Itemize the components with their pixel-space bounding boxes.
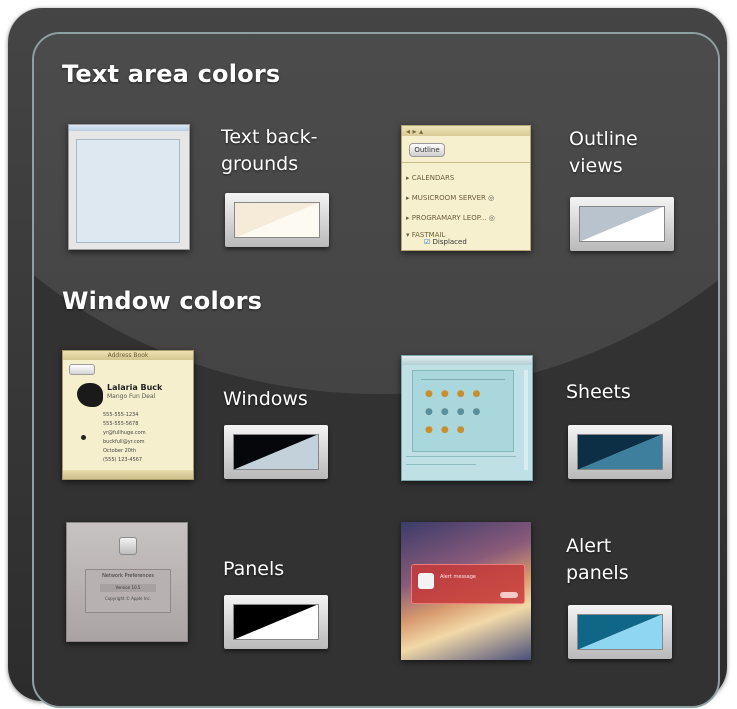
window-thumb-title: Address Book xyxy=(63,351,193,360)
panel-line: Copyright © Apple Inc. xyxy=(105,596,151,601)
label-line: panels xyxy=(566,562,629,584)
thumb-divider xyxy=(402,162,530,163)
text-backgrounds-thumbnail[interactable] xyxy=(68,124,190,250)
alert-button xyxy=(500,592,518,598)
outline-row: ▸ PROGRAMARY LEOP... ◎ xyxy=(406,214,495,222)
sheet-thumb-titlebar xyxy=(402,356,532,365)
sheet-panel: ●●●● ●●●● ●●● xyxy=(412,370,514,452)
label-line: Text back- xyxy=(221,126,318,148)
contact-name: Lalaria Buck xyxy=(107,383,163,392)
contact-company: Mango Fun Deal xyxy=(107,393,156,400)
outline-checkbox: ☑ Displaced xyxy=(424,238,467,246)
panels-label: Panels xyxy=(223,558,285,580)
swatch-colors xyxy=(577,614,663,650)
swatch-colors xyxy=(579,206,665,242)
sheet-line xyxy=(406,464,476,465)
sheet-line xyxy=(421,379,505,380)
contact-line: (555) 123-4567 xyxy=(103,457,143,463)
text-backgrounds-label: Text back- grounds xyxy=(221,124,317,178)
windows-color-swatch[interactable] xyxy=(224,425,328,479)
label-line: grounds xyxy=(221,153,299,175)
alert-dialog: Alert message xyxy=(411,564,525,604)
outline-thumb-button: Outline xyxy=(409,143,445,157)
swatch-colors xyxy=(234,202,320,238)
label-line: Alert xyxy=(566,535,612,557)
window-thumb-statusbar xyxy=(63,470,193,479)
windows-thumbnail[interactable]: Address Book Lalaria Buck Mango Fun Deal… xyxy=(62,350,194,480)
sheets-label: Sheets xyxy=(566,381,631,403)
panel-title: Network Preferences xyxy=(102,573,154,579)
panels-thumbnail[interactable]: Network Preferences Version 10.5 Copyrig… xyxy=(66,522,188,642)
contact-line: buckfull@yr.com xyxy=(103,439,145,445)
contact-details: 555-555-1234 555-555-5678 yr@fullhuge.co… xyxy=(103,411,146,465)
label-line: views xyxy=(569,155,623,177)
sheet-icons: ●●●● xyxy=(425,389,489,399)
swatch-colors xyxy=(233,434,319,470)
panel-app-icon xyxy=(119,537,137,555)
contact-line: yr@fullhuge.com xyxy=(103,430,146,436)
swatch-colors xyxy=(233,604,319,640)
contact-line: 555-555-1234 xyxy=(103,412,139,418)
sheets-thumbnail[interactable]: ●●●● ●●●● ●●● xyxy=(401,355,533,481)
swatch-colors xyxy=(577,434,663,470)
sheet-line xyxy=(406,456,516,457)
contact-photo xyxy=(77,383,103,407)
contact-line: 555-555-5678 xyxy=(103,421,139,427)
sheet-icons: ●●● xyxy=(425,425,473,435)
windows-label: Windows xyxy=(223,388,308,410)
alert-panels-thumbnail[interactable]: Alert message xyxy=(401,522,531,660)
contact-bullet xyxy=(81,435,86,440)
sheet-icons: ●●●● xyxy=(425,407,489,417)
label-line: Outline xyxy=(569,128,638,150)
thumb-toolbar: ◂ ▸ ▴ xyxy=(402,126,530,136)
sheets-color-swatch[interactable] xyxy=(568,425,672,479)
alert-icon xyxy=(418,573,434,589)
text-backgrounds-color-swatch[interactable] xyxy=(225,193,329,247)
alert-panels-color-swatch[interactable] xyxy=(568,605,672,659)
outline-views-label: Outline views xyxy=(569,126,638,180)
thumb-titlebar xyxy=(69,125,189,131)
outline-row: ▸ MUSICROOM SERVER ◎ xyxy=(406,194,495,202)
text-area-preview xyxy=(76,139,180,243)
window-thumb-button xyxy=(69,364,95,375)
contact-line: October 20th xyxy=(103,448,137,454)
outline-views-thumbnail[interactable]: ◂ ▸ ▴ Outline ▸ CALENDARS ▸ MUSICROOM SE… xyxy=(401,125,531,251)
section-heading-text-area: Text area colors xyxy=(62,60,281,88)
panel-line: Version 10.5 xyxy=(100,584,156,592)
section-heading-window: Window colors xyxy=(62,287,263,315)
panels-color-swatch[interactable] xyxy=(224,595,328,649)
toolbar-arrows-icon: ◂ ▸ ▴ xyxy=(406,127,424,136)
panel-info-box: Network Preferences Version 10.5 Copyrig… xyxy=(85,569,171,613)
alert-text: Alert message xyxy=(440,574,476,580)
outline-rows: ▸ CALENDARS ▸ MUSICROOM SERVER ◎ ▸ PROGR… xyxy=(406,168,495,242)
sheet-scrollbar xyxy=(524,370,528,470)
outline-views-color-swatch[interactable] xyxy=(570,197,674,251)
outline-row: ▸ CALENDARS xyxy=(406,174,455,182)
alert-panels-label: Alert panels xyxy=(566,533,629,587)
